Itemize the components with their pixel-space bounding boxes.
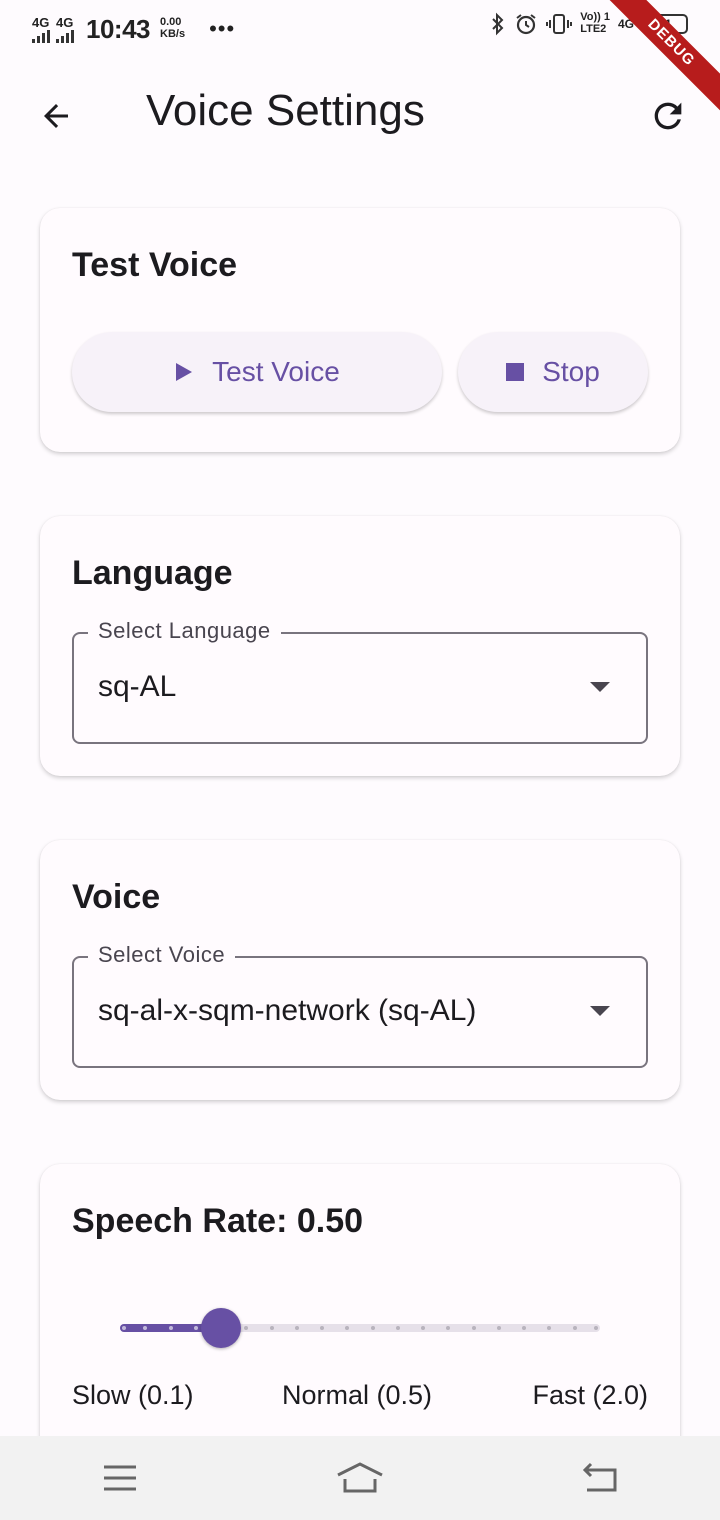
home-button[interactable]	[320, 1448, 400, 1508]
volte-label: Vo))	[580, 11, 601, 24]
language-dropdown[interactable]: Select Language sq-AL	[72, 618, 648, 744]
stop-button-label: Stop	[542, 356, 600, 387]
slider-tick	[594, 1326, 598, 1330]
slow-label: Slow (0.1)	[72, 1380, 194, 1410]
bluetooth-icon	[492, 12, 504, 36]
voice-dropdown[interactable]: Select Voice sq-al-x-sqm-network (sq-AL)	[72, 942, 648, 1068]
sim-slot-label: 1	[603, 11, 610, 24]
sim1-signal: 4G	[32, 16, 50, 43]
sim2-network-label: 4G	[56, 14, 74, 30]
slider-tick	[122, 1326, 126, 1330]
language-dropdown-value: sq-AL	[98, 670, 177, 703]
app-bar: Voice Settings	[0, 58, 720, 170]
fast-label: Fast (2.0)	[532, 1380, 648, 1410]
slider-tick	[496, 1326, 501, 1330]
play-icon	[176, 363, 193, 381]
voice-card-title: Voice	[72, 878, 161, 916]
slider-tick	[294, 1326, 299, 1330]
slider-tick	[395, 1326, 400, 1330]
stop-button[interactable]: Stop	[458, 332, 648, 412]
sim1-network-label: 4G	[32, 14, 50, 30]
alarm-icon	[516, 14, 536, 35]
voice-card: Voice Select Voice sq-al-x-sqm-network (…	[40, 840, 680, 1100]
slider-tick	[471, 1326, 476, 1330]
test-voice-button[interactable]: Test Voice	[72, 332, 442, 412]
test-voice-card-title: Test Voice	[72, 246, 238, 284]
test-voice-card: Test Voice Test Voice Stop	[40, 208, 680, 452]
system-nav-bar	[0, 1436, 720, 1520]
back-nav-button[interactable]	[560, 1448, 640, 1508]
menu-icon	[104, 1465, 136, 1491]
sim2-signal: 4G	[56, 16, 74, 43]
back-button[interactable]	[28, 88, 84, 144]
network-speed: 0.00 KB/s	[160, 17, 185, 40]
test-voice-button-label: Test Voice	[212, 356, 340, 387]
home-icon	[337, 1462, 383, 1493]
speech-rate-slider[interactable]	[120, 1306, 600, 1350]
arrow-back-icon	[44, 104, 68, 128]
more-notifications-icon: •••	[209, 16, 236, 41]
slider-tick	[193, 1326, 198, 1330]
slider-tick	[572, 1326, 577, 1330]
voice-dropdown-value: sq-al-x-sqm-network (sq-AL)	[98, 994, 477, 1027]
page-title: Voice Settings	[146, 86, 425, 135]
arrow-drop-down-icon	[590, 682, 610, 692]
refresh-button[interactable]	[640, 88, 696, 144]
return-icon	[582, 1462, 617, 1492]
slider-tick	[168, 1326, 173, 1330]
status-time: 10:43	[86, 13, 151, 44]
vibrate-icon	[546, 14, 573, 34]
language-card-title: Language	[72, 554, 233, 592]
status-bar: 4G 4G 10:43 0.00 KB/s ••• Vo)) 1 LTE2 4G…	[0, 0, 720, 58]
arrow-drop-down-icon	[590, 1006, 610, 1016]
language-dropdown-label: Select Language	[88, 618, 281, 644]
lte-label: LTE2	[580, 23, 607, 35]
slider-tick	[269, 1326, 274, 1330]
stop-icon	[506, 363, 525, 381]
network-speed-unit: KB/s	[160, 28, 186, 40]
volte-indicator: Vo)) 1 LTE2	[580, 12, 610, 35]
normal-label: Normal (0.5)	[282, 1380, 433, 1410]
speech-rate-card: Speech Rate: 0.50 Slow (0.1) Normal (0.5…	[40, 1164, 680, 1464]
slider-thumb[interactable]	[201, 1308, 242, 1348]
refresh-icon	[654, 102, 682, 130]
recent-apps-button[interactable]	[80, 1448, 160, 1508]
language-card: Language Select Language sq-AL	[40, 516, 680, 776]
signal-bars-icon	[56, 29, 74, 43]
slider-tick	[370, 1326, 375, 1330]
signal-bars-icon	[32, 29, 50, 43]
voice-dropdown-label: Select Voice	[88, 942, 236, 968]
speech-rate-title: Speech Rate: 0.50	[72, 1202, 364, 1240]
